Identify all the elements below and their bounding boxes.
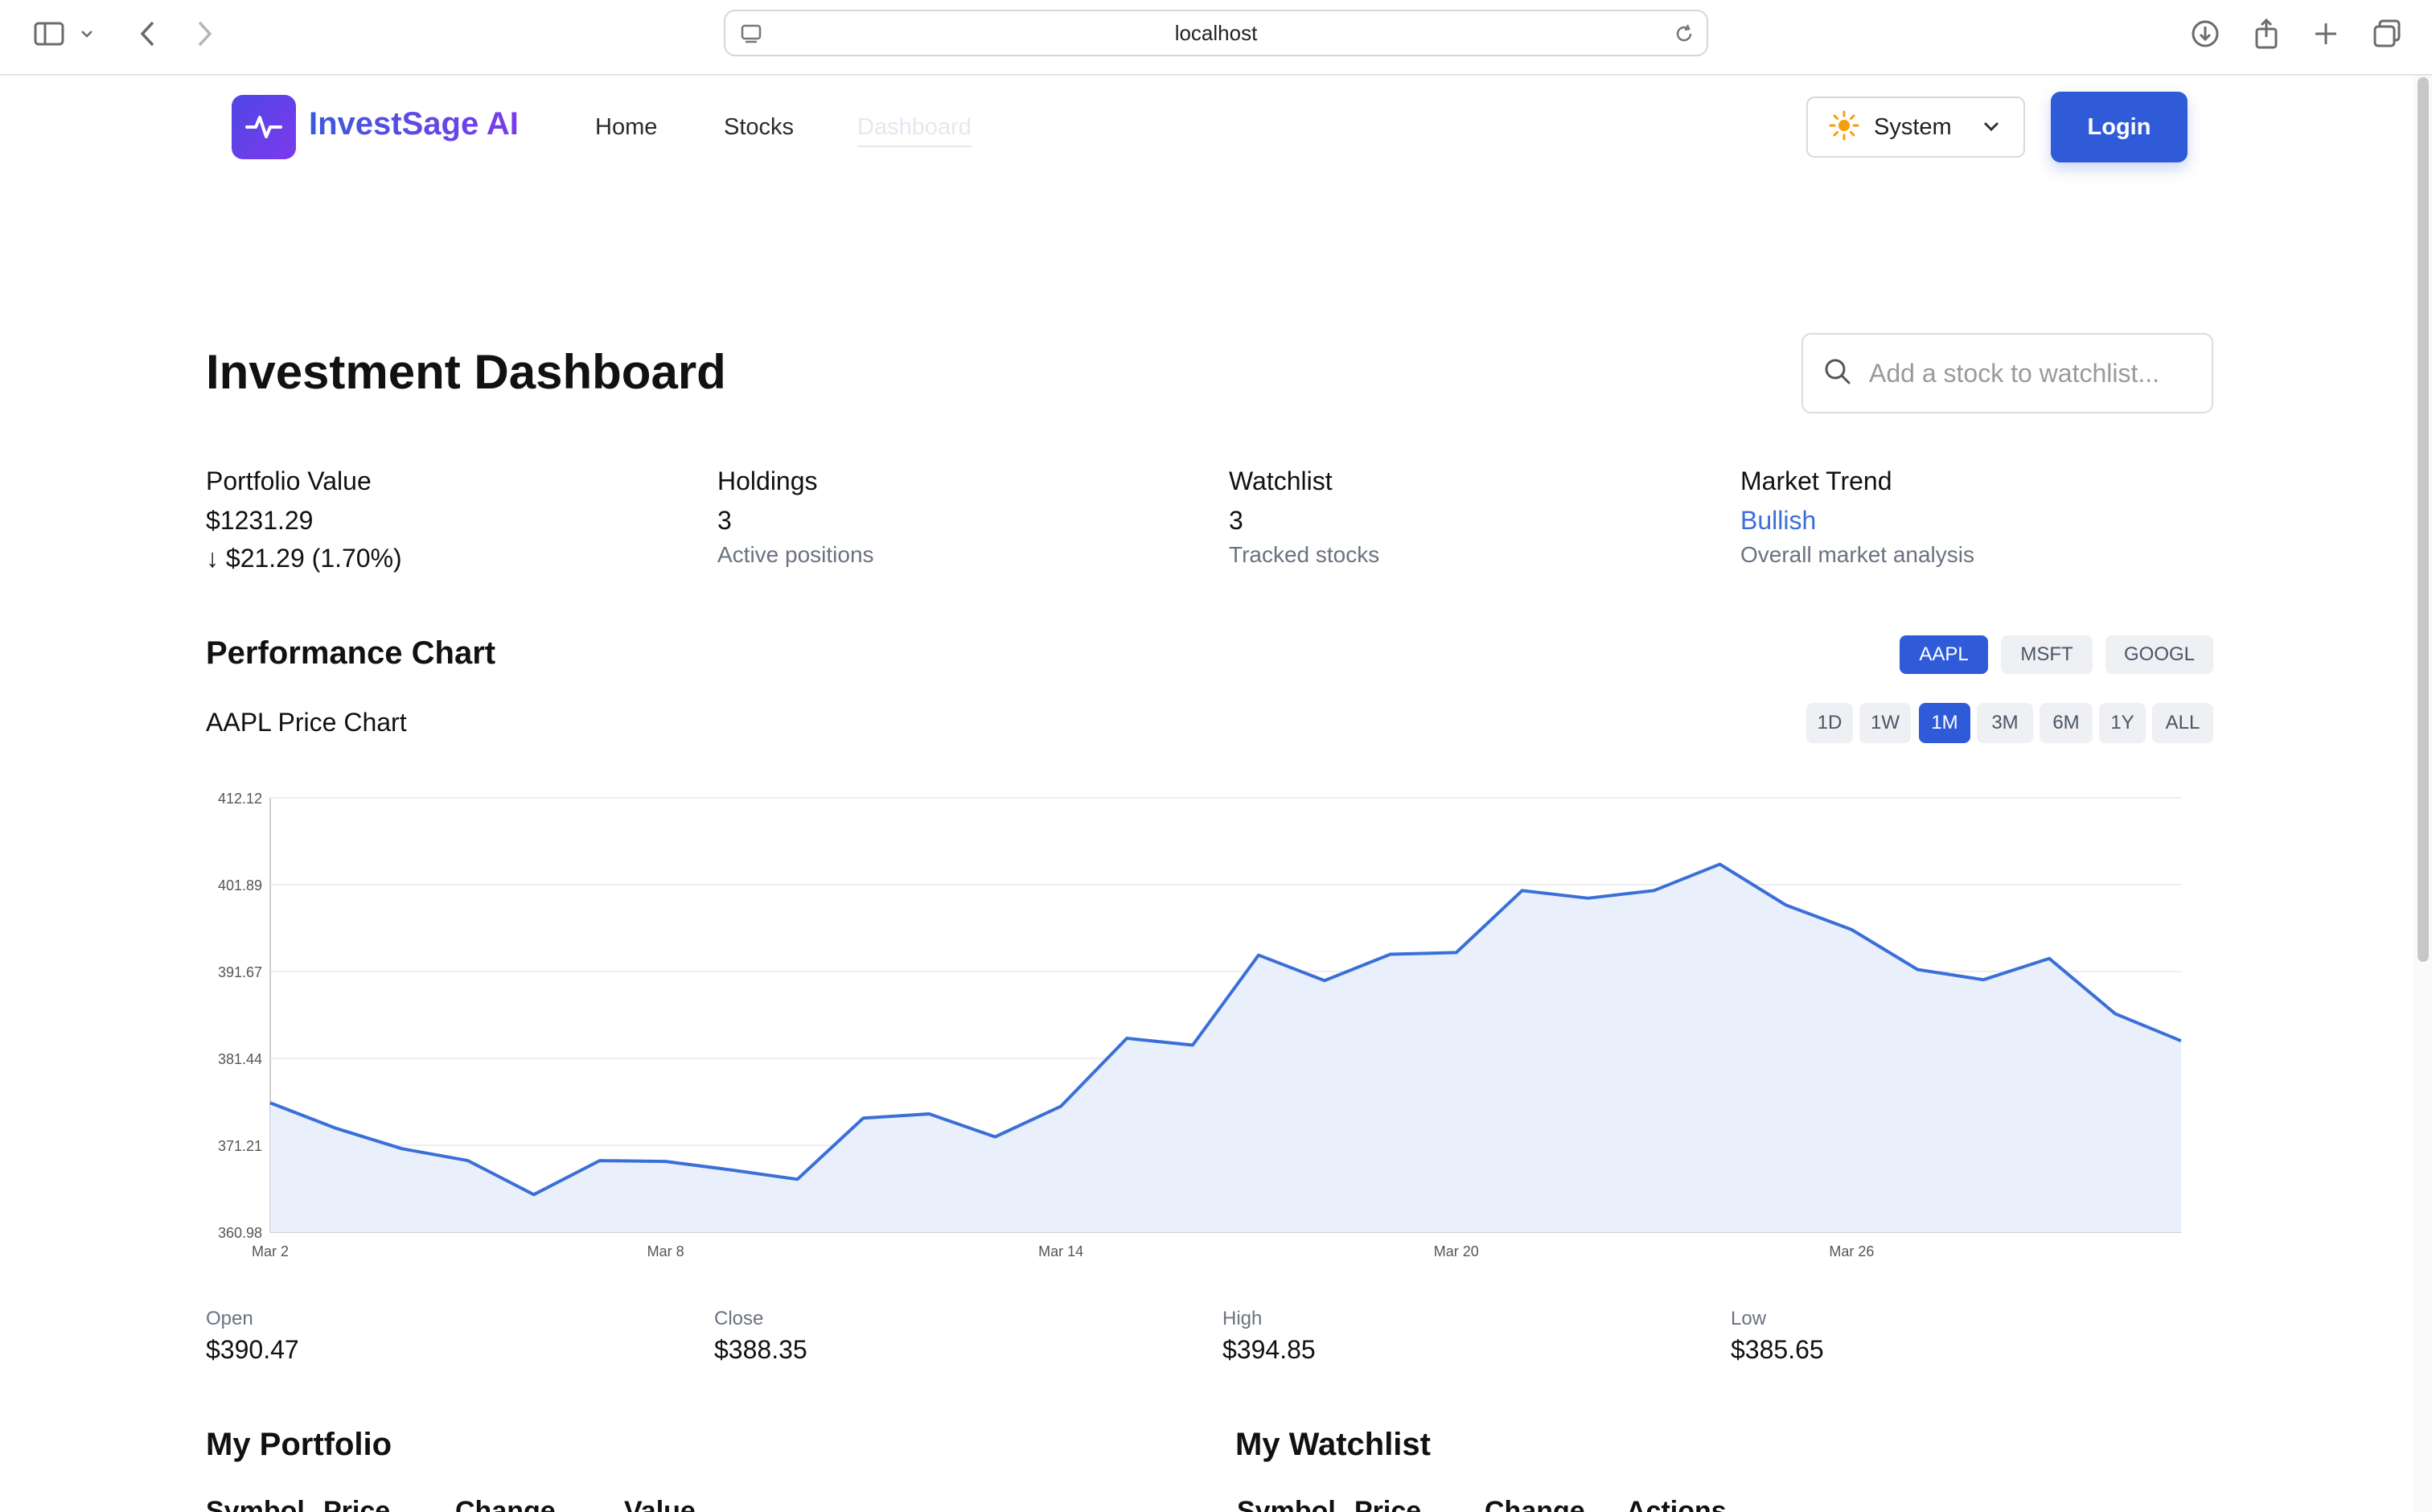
url-text: localhost: [1174, 20, 1258, 45]
ohlc-high: High $394.85: [1222, 1308, 1316, 1365]
range-button-all[interactable]: ALL: [2152, 703, 2213, 743]
share-icon[interactable]: [2247, 14, 2286, 53]
address-bar[interactable]: localhost: [724, 10, 1708, 56]
nav-link-home[interactable]: Home: [595, 114, 657, 141]
stat-change: ↓ $21.29 (1.70%): [206, 544, 402, 573]
ohlc-open: Open $390.47: [206, 1308, 299, 1365]
portfolio-col-price: Price: [323, 1496, 391, 1512]
y-tick-label: 401.89: [218, 877, 262, 894]
y-tick-label: 391.67: [218, 964, 262, 980]
stat-label: Watchlist: [1229, 466, 1333, 495]
search-icon: [1822, 356, 1853, 391]
stat-portfolio-value: Portfolio Value $1231.29 ↓ $21.29 (1.70%…: [206, 466, 688, 573]
ticker-button-aapl[interactable]: AAPL: [1900, 635, 1988, 674]
price-chart-svg: 412.12 401.89 391.67 381.44 371.21 360.98 Mar …: [218, 791, 2182, 1259]
price-area: [270, 864, 2181, 1232]
x-tick-label: Mar 2: [252, 1243, 289, 1259]
x-tick-label: Mar 20: [1434, 1243, 1479, 1259]
range-button-6m[interactable]: 6M: [2040, 703, 2093, 743]
x-tick-label: Mar 8: [647, 1243, 684, 1259]
performance-title: Performance Chart: [206, 635, 496, 671]
stat-subtext: Tracked stocks: [1229, 542, 1380, 567]
portfolio-col-value: Value: [624, 1496, 696, 1512]
range-button-3m[interactable]: 3M: [1977, 703, 2033, 743]
x-tick-label: Mar 14: [1038, 1243, 1083, 1259]
watchlist-col-change: Change: [1485, 1496, 1585, 1512]
stat-label: Market Trend: [1740, 466, 1892, 495]
ohlc-value: $388.35: [714, 1335, 807, 1364]
stat-label: Holdings: [717, 466, 818, 495]
logo[interactable]: [232, 95, 296, 159]
new-tab-icon[interactable]: [2307, 14, 2345, 53]
ohlc-low: Low $385.65: [1731, 1308, 1824, 1365]
stat-subtext: Active positions: [717, 542, 874, 567]
brand-name[interactable]: InvestSage AI: [309, 106, 519, 142]
portfolio-title: My Portfolio: [206, 1427, 392, 1462]
download-icon[interactable]: [2186, 14, 2225, 53]
theme-label: System: [1874, 113, 1952, 140]
price-chart: 412.12 401.89 391.67 381.44 371.21 360.98 Mar …: [193, 785, 2204, 1268]
chevron-down-icon[interactable]: [77, 14, 97, 53]
stat-watchlist: Watchlist 3 Tracked stocks: [1229, 466, 1711, 568]
ohlc-value: $385.65: [1731, 1335, 1824, 1364]
stat-value: Bullish: [1740, 506, 1817, 535]
portfolio-col-symbol: Symbol: [206, 1496, 305, 1512]
login-button[interactable]: Login: [2051, 92, 2188, 162]
ticker-button-msft[interactable]: MSFT: [2001, 635, 2093, 674]
watchlist-col-actions: Actions: [1626, 1496, 1727, 1512]
ohlc-label: Low: [1731, 1308, 1767, 1329]
stat-subtext: Overall market analysis: [1740, 542, 1974, 567]
stat-label: Portfolio Value: [206, 466, 372, 495]
ohlc-label: Close: [714, 1308, 764, 1329]
scrollbar-thumb[interactable]: [2418, 77, 2429, 962]
pulse-icon: [245, 116, 282, 138]
search-input[interactable]: [1869, 358, 2207, 388]
sun-icon: [1829, 110, 1859, 145]
portfolio-col-change: Change: [455, 1496, 556, 1512]
top-nav: InvestSage AI Home Stocks Dashboard Syst…: [0, 76, 2413, 180]
range-button-1d[interactable]: 1D: [1806, 703, 1853, 743]
back-icon[interactable]: [129, 14, 167, 53]
range-button-1y[interactable]: 1Y: [2099, 703, 2146, 743]
ohlc-label: High: [1222, 1308, 1263, 1329]
y-tick-label: 371.21: [218, 1138, 262, 1154]
page-menu-icon[interactable]: [738, 21, 764, 47]
tabs-overview-icon[interactable]: [2368, 14, 2406, 53]
range-button-1m[interactable]: 1M: [1919, 703, 1970, 743]
ohlc-value: $390.47: [206, 1335, 299, 1364]
chart-title: AAPL Price Chart: [206, 708, 407, 737]
stat-value: 3: [1229, 506, 1243, 535]
forward-icon[interactable]: [185, 14, 224, 53]
stat-market-trend: Market Trend Bullish Overall market anal…: [1740, 466, 2223, 568]
ohlc-label: Open: [206, 1308, 253, 1329]
range-button-1w[interactable]: 1W: [1859, 703, 1911, 743]
watchlist-col-symbol: Symbol: [1237, 1496, 1336, 1512]
chevron-down-icon: [1982, 119, 2001, 138]
nav-link-stocks[interactable]: Stocks: [724, 114, 794, 141]
stat-value: $1231.29: [206, 506, 314, 535]
y-tick-label: 381.44: [218, 1051, 262, 1067]
page-title: Investment Dashboard: [206, 345, 726, 399]
x-tick-label: Mar 26: [1829, 1243, 1874, 1259]
browser-toolbar: localhost: [0, 0, 2432, 76]
stat-value: 3: [717, 506, 732, 535]
watchlist-col-price: Price: [1354, 1496, 1422, 1512]
sidebar-toggle-icon[interactable]: [31, 14, 69, 53]
watchlist-title: My Watchlist: [1235, 1427, 1431, 1462]
watchlist-search[interactable]: [1801, 333, 2213, 413]
ticker-button-googl[interactable]: GOOGL: [2105, 635, 2213, 674]
theme-select[interactable]: System: [1806, 97, 2025, 158]
y-tick-label: 360.98: [218, 1225, 262, 1241]
nav-link-dashboard[interactable]: Dashboard: [857, 114, 972, 147]
reload-icon[interactable]: [1671, 21, 1697, 47]
stat-holdings: Holdings 3 Active positions: [717, 466, 1200, 568]
ohlc-value: $394.85: [1222, 1335, 1316, 1364]
ohlc-close: Close $388.35: [714, 1308, 807, 1365]
y-tick-label: 412.12: [218, 791, 262, 807]
